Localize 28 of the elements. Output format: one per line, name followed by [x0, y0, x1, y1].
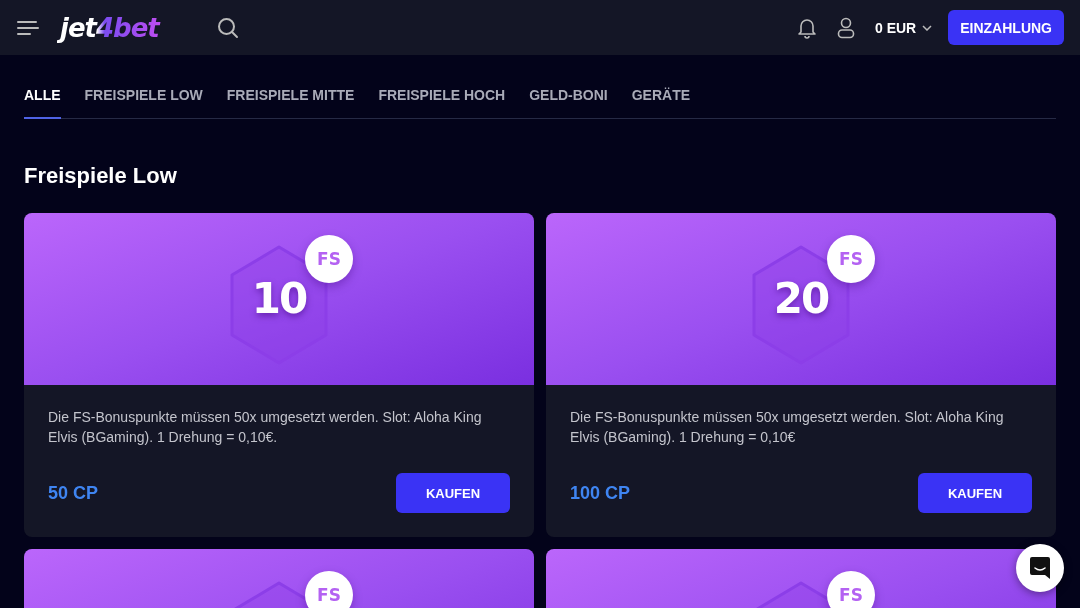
category-tab[interactable]: GELD-BONI — [529, 87, 608, 119]
free-spins-count: 10 — [250, 274, 308, 323]
menu-icon[interactable] — [17, 19, 39, 36]
free-spins-count: 20 — [772, 274, 830, 323]
buy-button[interactable]: KAUFEN — [918, 473, 1032, 513]
deposit-button[interactable]: EINZAHLUNG — [948, 10, 1064, 45]
category-tab[interactable]: FREISPIELE HOCH — [378, 87, 506, 119]
fs-badge: FS — [827, 571, 875, 608]
offer-description: Die FS-Bonuspunkte müssen 50x umgesetzt werden. Slot: Aloha King Elvis (BGaming). 1 Drehung = 0,10€ — [570, 408, 1005, 447]
fs-badge: FS — [305, 571, 353, 608]
category-tab[interactable]: ALLE — [24, 87, 61, 119]
category-tab[interactable]: GERÄTE — [631, 87, 691, 119]
offer-price: 50 CP — [48, 482, 99, 504]
balance-dropdown[interactable]: 0 EUR — [875, 19, 933, 36]
offer-price: 100 CP — [570, 482, 631, 504]
bell-icon[interactable] — [797, 16, 817, 39]
chat-button[interactable] — [1016, 544, 1064, 592]
fs-badge: FS — [827, 235, 875, 283]
category-tab[interactable]: FREISPIELE LOW — [84, 87, 203, 119]
section-title: Freispiele Low — [24, 163, 178, 189]
user-icon[interactable] — [837, 16, 855, 39]
offer-description: Die FS-Bonuspunkte müssen 50x umgesetzt werden. Slot: Aloha King Elvis (BGaming). 1 Drehung = 0,10€. — [48, 408, 483, 447]
category-tab[interactable]: FREISPIELE MITTE — [226, 87, 355, 119]
buy-button[interactable]: KAUFEN — [396, 473, 510, 513]
chevron-down-icon — [922, 24, 933, 31]
fs-badge: FS — [305, 235, 353, 283]
chat-icon — [1029, 556, 1051, 580]
search-icon[interactable] — [216, 16, 239, 39]
